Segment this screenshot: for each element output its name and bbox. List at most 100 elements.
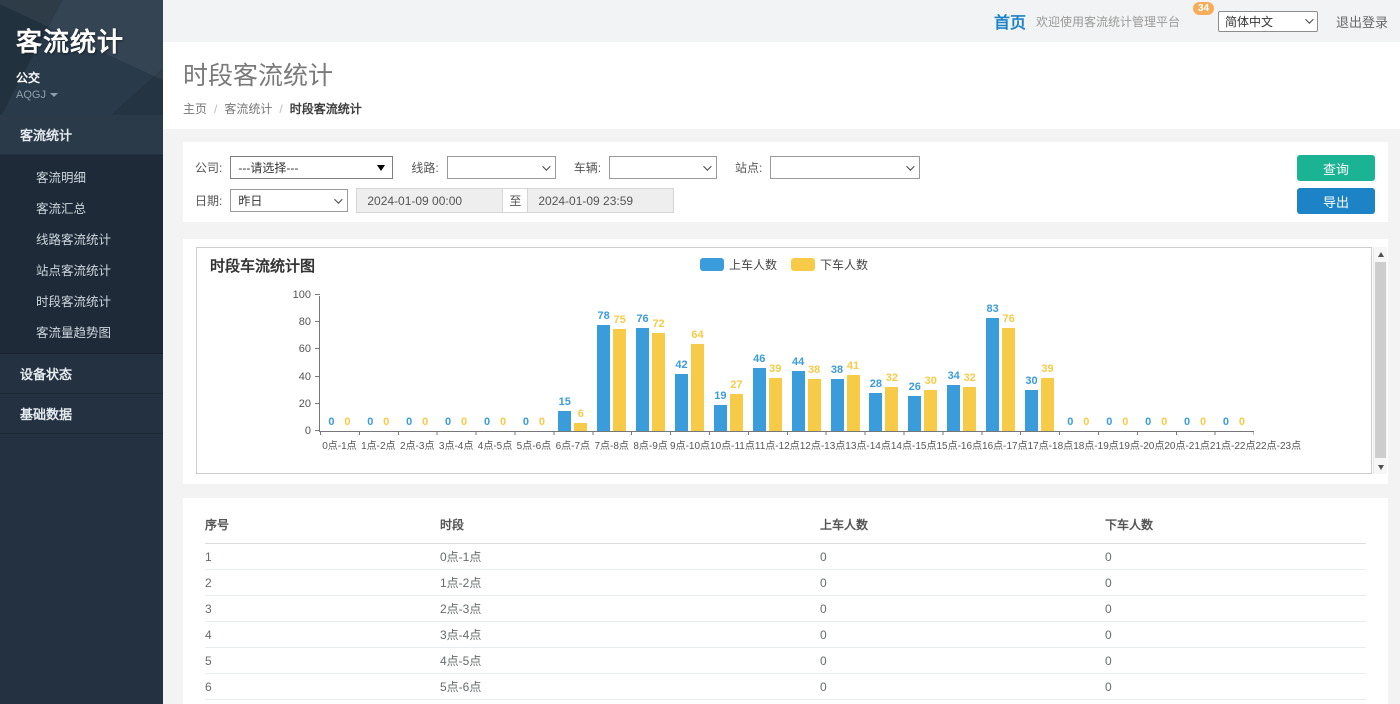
table-row: 43点-4点00 [205,622,1366,648]
bar-group-9点-10点: 4264 [670,330,709,431]
bar-value-label: 0 [1200,417,1206,428]
bar-上车人数 [753,368,766,431]
legend-item-上车人数[interactable]: 上车人数 [700,256,777,273]
bar-column: 76 [1002,314,1015,431]
topbar: 首页 欢迎使用客流统计管理平台 34 简体中文 退出登录 [163,0,1400,42]
submenu-item-客流量趋势图[interactable]: 客流量趋势图 [0,316,163,347]
sidebar-item-基础数据[interactable]: 基础数据 [0,394,163,434]
bar-group-12点-13点: 4438 [787,357,826,431]
company-select[interactable]: ---请选择--- [230,156,393,179]
company-code-label: AQGJ [16,89,46,101]
breadcrumb-section[interactable]: 客流统计 [224,100,272,117]
line-select[interactable] [447,156,556,179]
bar-column: 0 [458,417,471,431]
legend-item-下车人数[interactable]: 下车人数 [791,256,868,273]
bar-value-label: 6 [578,409,584,420]
home-link[interactable]: 首页 [994,9,1026,33]
export-button[interactable]: 导出 [1297,188,1375,214]
bar-group-11点-12点: 4639 [748,354,787,431]
submenu-item-时段客流统计[interactable]: 时段客流统计 [0,285,163,316]
bar-上车人数 [675,374,688,431]
breadcrumb-separator: / [279,102,282,116]
bar-value-label: 38 [808,365,820,376]
vehicle-select[interactable] [609,156,717,179]
bar-上车人数 [947,385,960,431]
chevron-down-icon [907,162,915,170]
bar-column: 41 [847,361,860,431]
x-tick-label: 3点-4点 [437,437,476,452]
bar-上车人数 [792,371,805,431]
date-end-input[interactable]: 2024-01-09 23:59 [528,189,673,212]
submenu-item-线路客流统计[interactable]: 线路客流统计 [0,223,163,254]
bar-group-23点-0点: 00 [1214,417,1253,431]
page-title: 时段客流统计 [183,56,1400,92]
bar-group-20点-21点: 00 [1098,417,1137,431]
table-cell: 0 [1105,544,1366,570]
bar-group-15点-16点: 2630 [903,376,942,431]
x-tick-label: 21点-22点 [1210,437,1256,452]
x-tick-label: 15点-16点 [936,437,982,452]
logout-link[interactable]: 退出登录 [1336,12,1388,31]
language-select[interactable]: 简体中文 [1218,11,1318,32]
line-label: 线路: [411,159,438,176]
bar-下车人数 [847,375,860,431]
table-cell: 0 [1105,648,1366,674]
submenu-item-客流明细[interactable]: 客流明细 [0,161,163,192]
date-preset-select[interactable]: 昨日 [230,189,348,212]
bar-column: 0 [419,417,432,431]
x-tick-label: 6点-7点 [553,437,592,452]
bar-上车人数 [597,325,610,431]
bar-group-19点-20点: 00 [1059,417,1098,431]
bar-下车人数 [963,387,976,431]
company-code-dropdown[interactable]: AQGJ [16,89,163,101]
table-cell: 0 [820,648,1105,674]
bar-column: 38 [808,365,821,431]
legend-label: 上车人数 [729,256,777,273]
bar-group-2点-3点: 00 [398,417,437,431]
x-tick-label: 19点-20点 [1119,437,1165,452]
sidebar-item-设备状态[interactable]: 设备状态 [0,354,163,394]
bar-下车人数 [730,394,743,431]
bar-value-label: 0 [383,417,389,428]
bar-下车人数 [1002,328,1015,431]
bar-value-label: 32 [964,373,976,384]
bar-value-label: 0 [539,417,545,428]
x-tick-label: 11点-12点 [755,437,800,452]
y-tick-label: 100 [293,289,311,301]
station-select[interactable] [770,156,920,179]
breadcrumb-home[interactable]: 主页 [183,100,207,117]
breadcrumb: 主页 / 客流统计 / 时段客流统计 [183,100,1400,117]
bar-value-label: 0 [1106,417,1112,428]
submenu-item-客流汇总[interactable]: 客流汇总 [0,192,163,223]
x-axis-ticks [320,431,1254,435]
date-range-group: 2024-01-09 00:00 至 2024-01-09 23:59 [356,188,674,213]
scroll-up-icon[interactable] [1374,247,1387,261]
bar-value-label: 0 [1223,417,1229,428]
table-cell: 7 [205,700,440,704]
vertical-scrollbar[interactable] [1373,247,1387,474]
table-cell: 0 [1105,570,1366,596]
bar-value-label: 26 [909,382,921,393]
bar-group-13点-14点: 3841 [826,361,865,431]
table-header-下车人数: 下车人数 [1105,508,1366,544]
notification-badge[interactable]: 34 [1193,2,1214,15]
x-tick-label: 7点-8点 [592,437,631,452]
scrollbar-thumb[interactable] [1375,262,1386,458]
company-label: 公司: [195,159,222,176]
x-tick-label: 12点-13点 [800,437,846,452]
date-start-input[interactable]: 2024-01-09 00:00 [357,189,502,212]
submenu-item-站点客流统计[interactable]: 站点客流统计 [0,254,163,285]
bar-column: 0 [1142,417,1155,431]
bar-column: 0 [497,417,510,431]
x-tick-label: 17点-18点 [1028,437,1074,452]
query-button[interactable]: 查询 [1297,155,1375,181]
bar-column: 0 [341,417,354,431]
bar-column: 0 [535,417,548,431]
chevron-down-icon [335,195,343,203]
bar-value-label: 28 [870,379,882,390]
vehicle-label: 车辆: [574,159,601,176]
scroll-down-icon[interactable] [1374,460,1387,474]
sidebar-item-客流统计[interactable]: 客流统计 [0,115,163,155]
bar-value-label: 0 [1161,417,1167,428]
bar-column: 30 [924,376,937,431]
